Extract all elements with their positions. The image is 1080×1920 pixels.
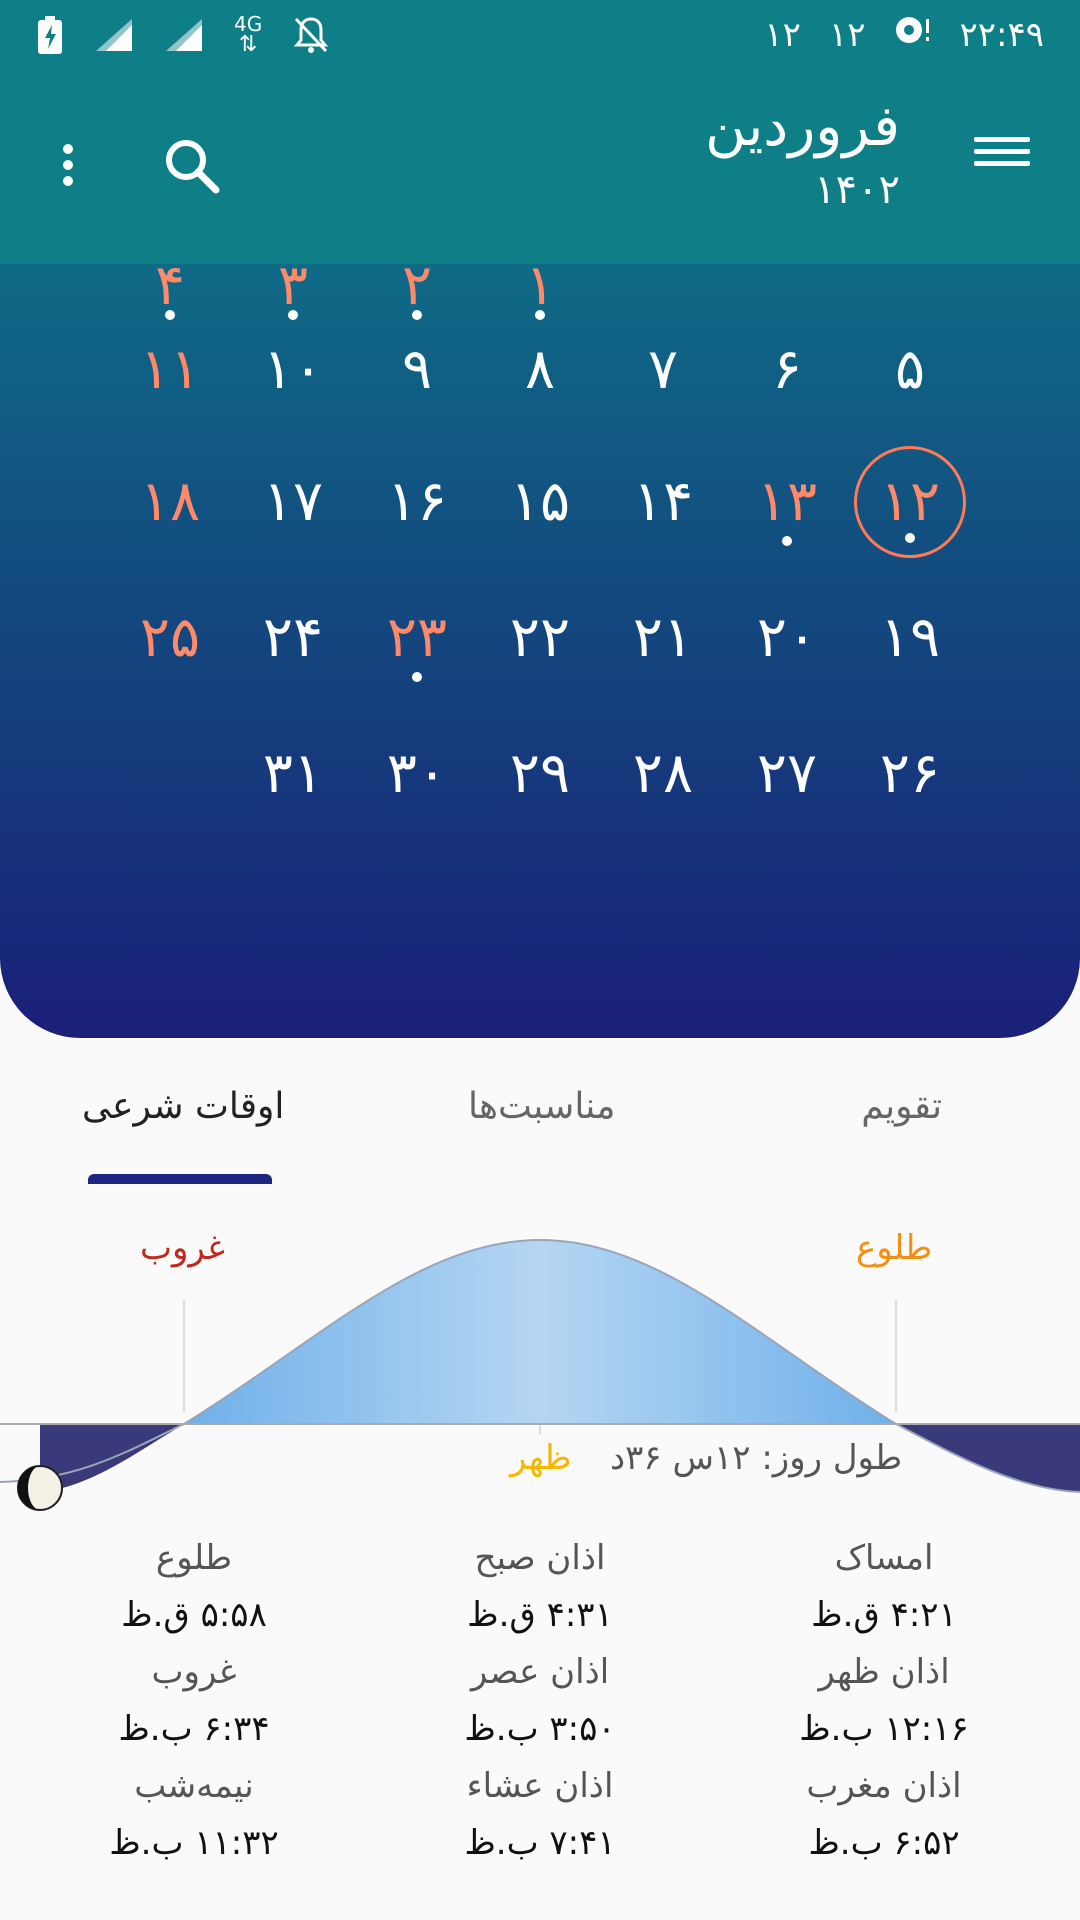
calendar-day[interactable]: ۱۵ [484, 446, 596, 558]
prayer-times-column-middle: اذان صبح ۴:۳۱ ق.ظ اذان عصر ۳:۵۰ ب.ظ اذان… [410, 1530, 670, 1872]
more-vert-icon[interactable] [48, 138, 88, 198]
sim-label-1: ۱۲ [828, 14, 866, 55]
prayer-name: اذان عشاء [466, 1766, 614, 1806]
calendar-day[interactable]: ۱۷ [237, 446, 349, 558]
calendar-day[interactable]: ۱۱ [114, 314, 226, 426]
calendar-day[interactable]: ۱۰ [237, 314, 349, 426]
prayer-time: ۵:۵۸ ق.ظ [121, 1595, 267, 1635]
prayer-time: ۴:۳۱ ق.ظ [467, 1595, 613, 1635]
calendar-day[interactable]: ۳۰ [361, 718, 473, 830]
month-title: فروردین [705, 94, 900, 159]
prayer-time: ۱۲:۱۶ ب.ظ [799, 1709, 969, 1749]
prayer-name: اذان مغرب [806, 1766, 962, 1806]
calendar-day[interactable]: ۶ [731, 314, 843, 426]
prayer-time: ۶:۵۲ ب.ظ [808, 1823, 960, 1863]
prayer-name: اذان صبح [474, 1538, 606, 1578]
calendar-day[interactable]: ۲۰ [731, 582, 843, 694]
tab-events[interactable]: مناسبت‌ها [468, 1086, 615, 1127]
event-dot [412, 672, 422, 682]
signal-icon-2 [164, 17, 204, 53]
event-dot [905, 533, 915, 543]
prayer-time: ۳:۵۰ ب.ظ [464, 1709, 616, 1749]
month-calendar: ۴ ۳ ۲ ۱ ۱۱ ۱۰ ۹ ۸ ۷ ۶ ۵ ۱۸ ۱۷ ۱۶ ۱۵ ۱۴ ۱… [0, 264, 1080, 1038]
calendar-day[interactable]: ۱۹ [854, 582, 966, 694]
calendar-day[interactable]: ۱۳ [731, 446, 843, 558]
calendar-day[interactable]: ۱۸ [114, 446, 226, 558]
calendar-day[interactable]: ۳۱ [237, 718, 349, 830]
clock: ۲۲:۴۹ [959, 14, 1044, 55]
prayer-time: ۷:۴۱ ب.ظ [464, 1823, 616, 1863]
title-block[interactable]: فروردین ۱۴۰۲ [705, 90, 900, 216]
app-bar: فروردین ۱۴۰۲ [0, 72, 1080, 264]
prayer-times-column-left: طلوع ۵:۵۸ ق.ظ غروب ۶:۳۴ ب.ظ نیمه‌شب ۱۱:۳… [64, 1530, 324, 1872]
sun-path-chart: طلوع غروب ظهر طول روز: ۱۲س ۳۶د [0, 1190, 1080, 1530]
prayer-name: طلوع [155, 1538, 233, 1578]
noon-label: ظهر [510, 1438, 572, 1478]
calendar-day[interactable]: ۲۱ [607, 582, 719, 694]
prayer-name: اذان ظهر [818, 1652, 950, 1692]
sunrise-label: طلوع [856, 1228, 933, 1268]
calendar-day[interactable]: ۲۳ [361, 582, 473, 694]
notifications-off-icon [292, 15, 330, 55]
calendar-day[interactable]: ۷ [607, 314, 719, 426]
prayer-times-column-right: امساک ۴:۲۱ ق.ظ اذان ظهر ۱۲:۱۶ ب.ظ اذان م… [754, 1530, 1014, 1872]
calendar-day[interactable]: ۹ [361, 314, 473, 426]
battery-charging-icon [36, 15, 64, 55]
event-dot [782, 536, 792, 546]
sim-label-2: ۱۲ [764, 14, 801, 55]
calendar-day[interactable]: ۲۸ [607, 718, 719, 830]
active-tab-indicator [88, 1174, 272, 1184]
calendar-day[interactable]: ۱۴ [607, 446, 719, 558]
prayer-time: ۶:۳۴ ب.ظ [118, 1709, 270, 1749]
calendar-day[interactable]: ۸ [484, 314, 596, 426]
calendar-day[interactable]: ۵ [854, 314, 966, 426]
year-subtitle: ۱۴۰۲ [814, 167, 900, 213]
moon-icon [16, 1464, 64, 1516]
tab-bar: تقویم مناسبت‌ها اوقات شرعی [0, 1038, 1080, 1186]
network-4g-icon: 4G ⇅ [234, 12, 263, 57]
calendar-day[interactable]: ۱۶ [361, 446, 473, 558]
day-length-text: طول روز: ۱۲س ۳۶د [610, 1438, 903, 1478]
calendar-day[interactable]: ۲۴ [237, 582, 349, 694]
status-bar: 4G ⇅ ۲۲:۴۹ ۱۲ ۱۲ [0, 0, 1080, 72]
prayer-time: ۱۱:۳۲ ب.ظ [109, 1823, 279, 1863]
tab-prayer-times[interactable]: اوقات شرعی [82, 1086, 284, 1127]
prayer-time: ۴:۲۱ ق.ظ [811, 1595, 957, 1635]
calendar-day[interactable]: ۲۹ [484, 718, 596, 830]
prayer-name: اذان عصر [470, 1652, 610, 1692]
prayer-name: امساک [834, 1538, 934, 1578]
sunset-label: غروب [140, 1228, 225, 1268]
record-icon [893, 14, 931, 55]
signal-icon [94, 17, 134, 53]
calendar-day[interactable]: ۲۵ [114, 582, 226, 694]
prayer-name: غروب [151, 1652, 237, 1692]
calendar-day-today[interactable]: ۱۲ [854, 446, 966, 558]
menu-icon[interactable] [974, 130, 1030, 190]
prayer-name: نیمه‌شب [134, 1766, 254, 1806]
prayer-times-grid: امساک ۴:۲۱ ق.ظ اذان ظهر ۱۲:۱۶ ب.ظ اذان م… [0, 1530, 1080, 1890]
calendar-day[interactable]: ۲۲ [484, 582, 596, 694]
search-icon[interactable] [160, 134, 224, 198]
tab-calendar[interactable]: تقویم [861, 1086, 942, 1127]
calendar-day[interactable]: ۲۶ [854, 718, 966, 830]
calendar-day[interactable]: ۲۷ [731, 718, 843, 830]
